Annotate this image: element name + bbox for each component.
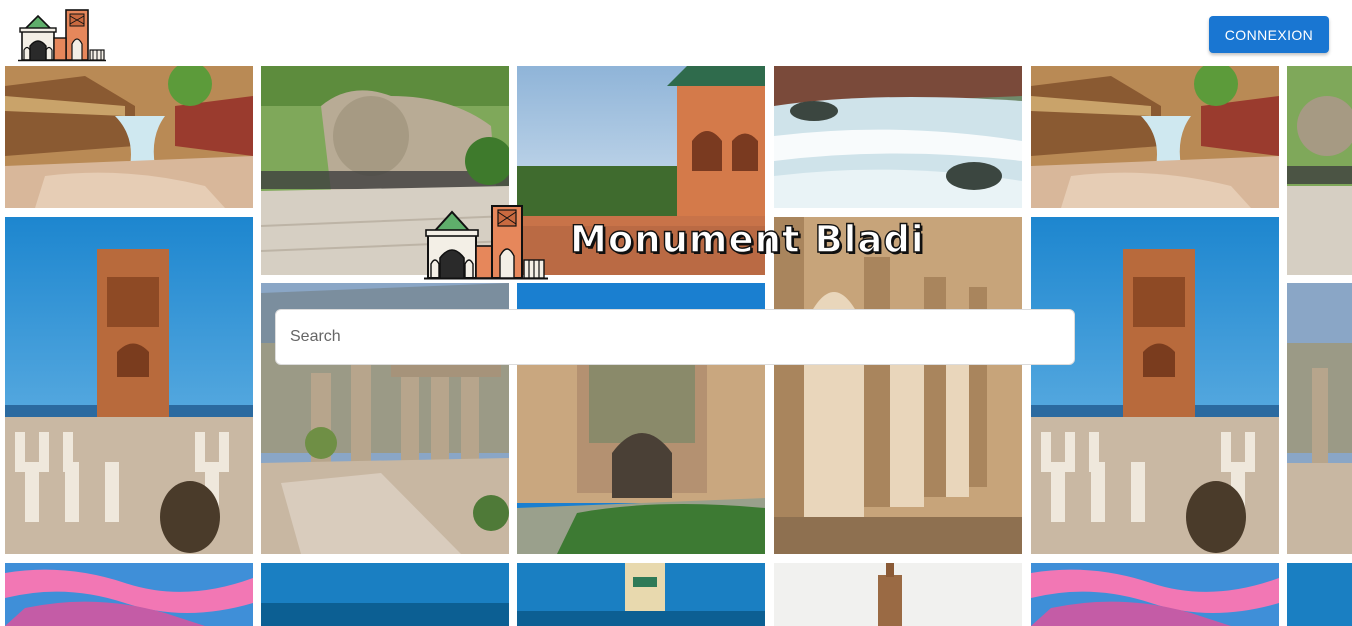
search-input[interactable] bbox=[276, 310, 1074, 364]
hero-title: Monument Bladi bbox=[569, 217, 925, 261]
gallery-photo-sunset-sky-2[interactable] bbox=[1031, 563, 1279, 626]
gallery-photo-hassan-ii-minaret-2[interactable] bbox=[1287, 563, 1352, 626]
gallery-photo-stone-lion-statue-2[interactable] bbox=[1287, 66, 1352, 275]
gallery-photo-waterfall-village-2[interactable] bbox=[1031, 66, 1279, 208]
gallery-photo-river-waterfall[interactable] bbox=[774, 66, 1022, 208]
gallery-photo-waterfall-village[interactable] bbox=[5, 66, 253, 208]
gallery-photo-hassan-ii-minaret-center[interactable] bbox=[517, 563, 765, 626]
login-button[interactable]: CONNEXION bbox=[1209, 16, 1329, 53]
gallery-photo-koutoubia-minaret[interactable] bbox=[774, 563, 1022, 626]
search-bar bbox=[275, 309, 1075, 365]
app-header: CONNEXION bbox=[0, 0, 1352, 66]
gallery-photo-volubilis-ruins-2[interactable] bbox=[1287, 283, 1352, 554]
site-logo-icon[interactable] bbox=[18, 8, 106, 62]
gallery-photo-hassan-tower-2[interactable] bbox=[1031, 217, 1279, 554]
gallery-photo-hassan-ii-minaret[interactable] bbox=[261, 563, 509, 626]
hero-logo-icon bbox=[424, 204, 548, 280]
gallery-photo-hassan-tower[interactable] bbox=[5, 217, 253, 554]
hero-brand: Monument Bladi bbox=[424, 204, 925, 280]
gallery-photo-sunset-sky[interactable] bbox=[5, 563, 253, 626]
